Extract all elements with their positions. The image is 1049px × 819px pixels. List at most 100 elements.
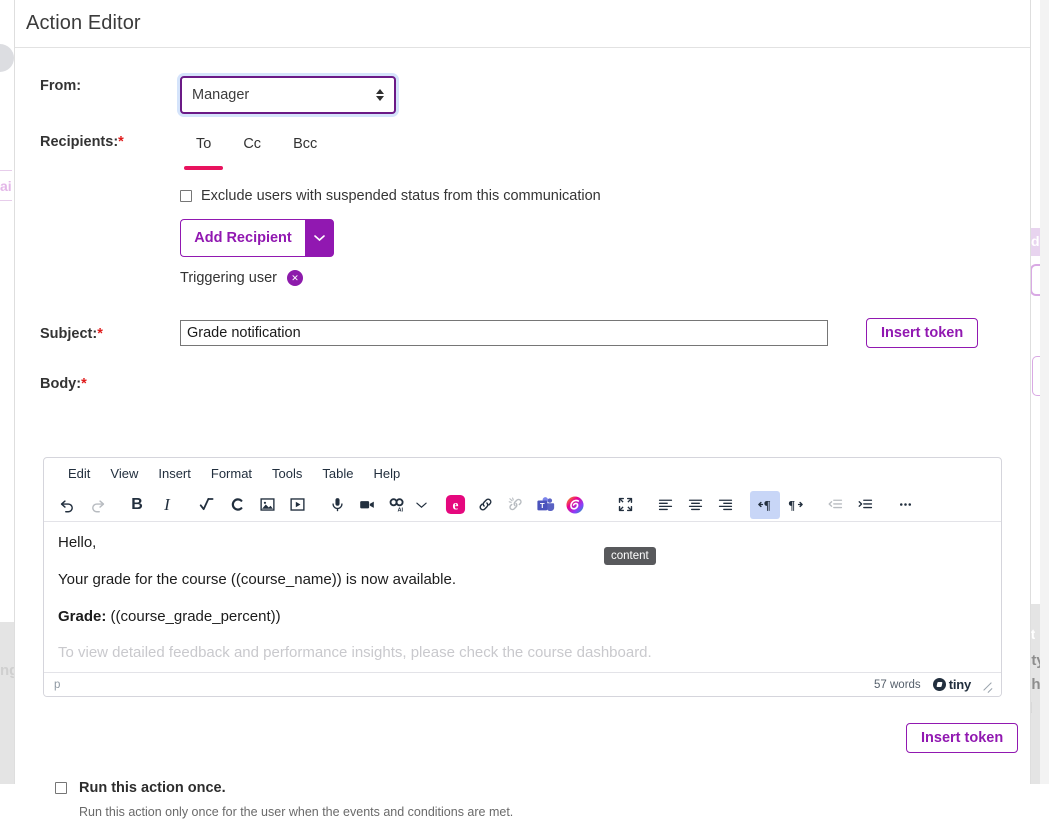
from-select-value: Manager [192,87,376,103]
tinymce-branding[interactable]: tiny [933,677,971,692]
exclude-suspended-row: Exclude users with suspended status from… [180,188,601,204]
run-once-label: Run this action once. [79,780,226,796]
background-right-chip-text: d [1031,233,1040,249]
editor-toolbar: B I [44,488,1001,522]
editor-paragraph: Grade: ((course_grade_percent)) [58,608,987,627]
subject-label-text: Subject: [40,326,97,342]
rich-text-editor: Edit View Insert Format Tools Table Help [43,457,1002,697]
tiny-logo-icon [933,678,946,691]
page-scrollbar[interactable] [1040,0,1049,784]
word-count: 57 words [874,679,921,691]
insert-token-row-body: Insert token [906,723,1018,753]
body-label: Body:* [15,374,180,392]
undo-icon[interactable] [52,491,82,519]
recipient-chip-label: Triggering user [180,270,277,286]
link-icon[interactable] [470,491,500,519]
add-recipient-dropdown-toggle[interactable] [305,219,334,257]
chemistry-icon[interactable] [222,491,252,519]
required-asterisk: * [97,326,103,342]
ltr-icon[interactable]: ¶ [750,491,780,519]
background-rule-bottom [0,200,12,201]
editor-paragraph-clipped: To view detailed feedback and performanc… [58,644,987,663]
recipient-chip-triggering-user: Triggering user ✕ [180,270,601,286]
exclude-suspended-checkbox[interactable] [180,190,192,202]
from-select[interactable]: Manager [180,76,396,114]
insert-image-icon[interactable] [252,491,282,519]
rtl-icon[interactable]: ¶ [780,491,810,519]
svg-text:T: T [540,501,545,510]
tab-cc[interactable]: Cc [227,132,277,156]
microphone-icon[interactable] [322,491,352,519]
close-icon[interactable]: ✕ [287,270,303,286]
from-select-wrapper: Manager [180,76,396,114]
menu-edit[interactable]: Edit [60,463,98,484]
menu-insert[interactable]: Insert [150,463,199,484]
subject-input[interactable] [180,320,828,346]
action-editor-dialog: Action Editor From: Manager Recipients:* [14,0,1031,784]
required-asterisk: * [81,376,87,392]
insert-video-icon[interactable] [282,491,312,519]
bold-icon[interactable]: B [122,491,152,519]
tab-to[interactable]: To [180,132,227,156]
background-collapse-toggle[interactable] [0,44,14,72]
stepper-arrows-icon [376,89,384,101]
menu-format[interactable]: Format [203,463,260,484]
from-label: From: [15,76,180,94]
insert-token-button-body[interactable]: Insert token [906,723,1018,753]
align-left-icon[interactable] [650,491,680,519]
recipients-row: Recipients:* To Cc Bcc Exclude users wit… [15,132,1030,286]
tab-bcc[interactable]: Bcc [277,132,333,156]
menu-help[interactable]: Help [365,463,408,484]
microsoft-teams-icon[interactable]: T [530,491,560,519]
dialog-header: Action Editor [15,0,1030,48]
run-once-row: Run this action once. [55,780,513,796]
editor-resize-handle[interactable] [981,679,993,691]
body-label-text: Body: [40,376,81,392]
outdent-icon[interactable] [820,491,850,519]
editor-bold-label: Grade: [58,608,106,625]
add-recipient-button[interactable]: Add Recipient [180,219,305,257]
align-right-icon[interactable] [710,491,740,519]
element-path[interactable]: p [54,679,874,691]
menu-view[interactable]: View [102,463,146,484]
redo-icon[interactable] [82,491,112,519]
tiny-brand-label: tiny [949,677,971,692]
svg-text:e: e [452,498,458,513]
video-camera-icon[interactable] [352,491,382,519]
indent-icon[interactable] [850,491,880,519]
svg-text:AI: AI [397,508,403,513]
body-row: Body:* [15,374,1030,392]
page-title: Action Editor [26,12,141,35]
background-left-text: ai [0,178,12,194]
embed-e-icon[interactable]: e [440,491,470,519]
run-once-help-text: Run this action only once for the user w… [79,805,513,819]
content-tooltip: content [604,547,656,565]
recipients-panel: To Cc Bcc Exclude users with suspended s… [180,132,601,286]
background-rule-top [0,170,12,171]
align-center-icon[interactable] [680,491,710,519]
subject-label: Subject:* [15,324,180,342]
menu-table[interactable]: Table [314,463,361,484]
insert-token-button-subject[interactable]: Insert token [866,318,978,348]
svg-text:¶: ¶ [763,499,770,513]
editor-menubar: Edit View Insert Format Tools Table Help [44,458,1001,488]
subject-row: Subject:* Insert token [15,318,1030,348]
run-once-section: Run this action once. Run this action on… [55,780,513,819]
ai-assist-icon[interactable]: AI [382,491,412,519]
chevron-down-icon[interactable] [412,491,430,519]
recipient-tabs: To Cc Bcc [180,132,601,156]
required-asterisk: * [118,134,124,150]
editor-token-text: ((course_grade_percent)) [106,608,280,625]
editor-content-area[interactable]: Hello, Your grade for the course ((cours… [44,522,1001,685]
more-options-icon[interactable] [890,491,920,519]
italic-icon[interactable]: I [152,491,182,519]
recipients-label: Recipients:* [15,132,180,150]
swirl-icon[interactable] [560,491,590,519]
chevron-down-icon [314,234,325,242]
menu-tools[interactable]: Tools [264,463,310,484]
recipients-label-text: Recipients: [40,134,118,150]
fullscreen-icon[interactable] [610,491,640,519]
math-equation-icon[interactable] [192,491,222,519]
svg-text:¶: ¶ [788,499,795,513]
unlink-icon[interactable] [500,491,530,519]
